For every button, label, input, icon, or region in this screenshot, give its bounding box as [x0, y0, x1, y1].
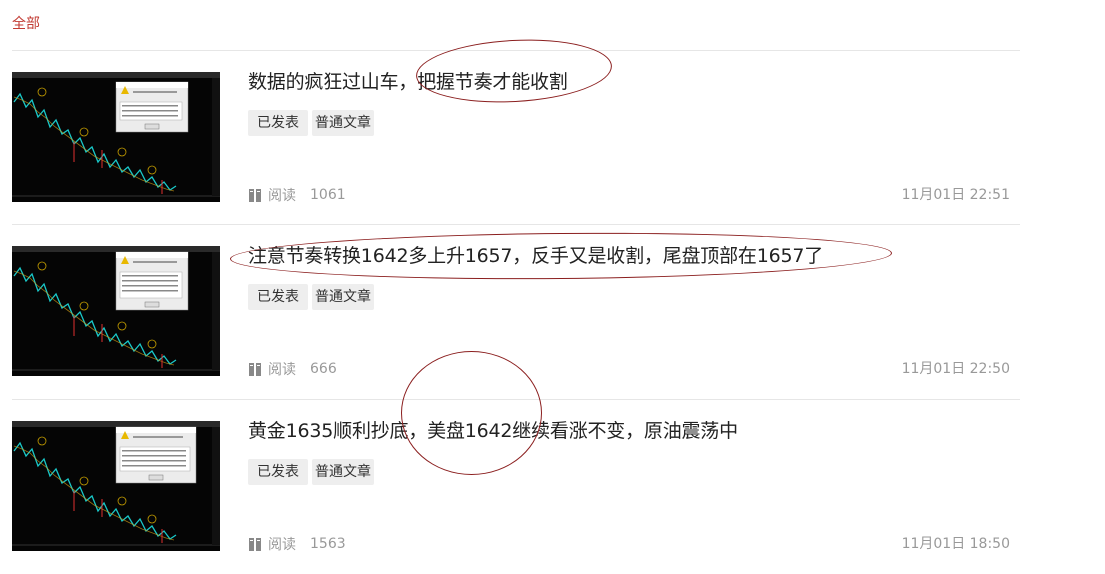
- book-icon: [248, 188, 262, 203]
- status-badge: 已发表: [248, 110, 308, 136]
- article-thumbnail[interactable]: [12, 246, 220, 376]
- read-count: 666: [310, 361, 337, 377]
- article-item[interactable]: 数据的疯狂过山车，把握节奏才能收割 已发表 普通文章 阅读 1061 11月01…: [0, 51, 1105, 225]
- read-stats: 阅读 1563: [248, 534, 346, 554]
- status-badge: 已发表: [248, 284, 308, 310]
- article-tags: 已发表 普通文章: [248, 110, 374, 136]
- read-label: 阅读: [268, 537, 296, 553]
- read-stats: 阅读 666: [248, 359, 337, 379]
- tab-all[interactable]: 全部: [12, 13, 40, 33]
- article-title[interactable]: 黄金1635顺利抄底，美盘1642继续看涨不变，原油震荡中: [248, 418, 738, 444]
- article-title[interactable]: 注意节奏转换1642多上升1657，反手又是收割，尾盘顶部在1657了: [248, 243, 823, 269]
- article-date: 11月01日 22:51: [901, 187, 1010, 203]
- book-icon: [248, 362, 262, 377]
- article-item[interactable]: 注意节奏转换1642多上升1657，反手又是收割，尾盘顶部在1657了 已发表 …: [0, 225, 1105, 399]
- read-count: 1061: [310, 187, 346, 203]
- type-badge: 普通文章: [312, 459, 374, 485]
- article-tags: 已发表 普通文章: [248, 284, 374, 310]
- type-badge: 普通文章: [312, 284, 374, 310]
- read-label: 阅读: [268, 362, 296, 378]
- read-count: 1563: [310, 536, 346, 552]
- article-item[interactable]: 黄金1635顺利抄底，美盘1642继续看涨不变，原油震荡中 已发表 普通文章 阅…: [0, 400, 1105, 574]
- book-icon: [248, 537, 262, 552]
- article-date: 11月01日 18:50: [901, 536, 1010, 552]
- read-stats: 阅读 1061: [248, 185, 346, 205]
- status-badge: 已发表: [248, 459, 308, 485]
- article-date: 11月01日 22:50: [901, 361, 1010, 377]
- article-title[interactable]: 数据的疯狂过山车，把握节奏才能收割: [248, 69, 568, 95]
- article-thumbnail[interactable]: [12, 421, 220, 551]
- article-thumbnail[interactable]: [12, 72, 220, 202]
- read-label: 阅读: [268, 188, 296, 204]
- article-tags: 已发表 普通文章: [248, 459, 374, 485]
- type-badge: 普通文章: [312, 110, 374, 136]
